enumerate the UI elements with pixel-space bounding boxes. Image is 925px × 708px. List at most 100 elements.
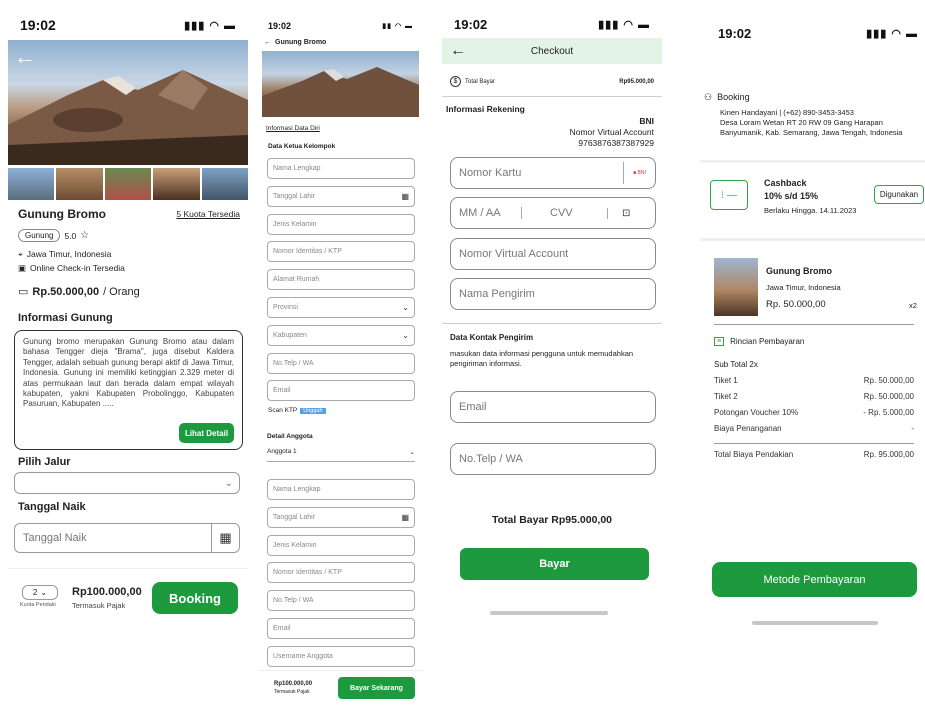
pay-button[interactable]: Bayar bbox=[460, 548, 649, 580]
booking-button[interactable]: Booking bbox=[152, 582, 238, 614]
detail-button[interactable]: Lihat Detail bbox=[179, 423, 234, 443]
date-heading: Tanggal Naik bbox=[18, 501, 86, 513]
back-arrow-icon[interactable]: ← bbox=[450, 42, 466, 60]
thumbnail[interactable] bbox=[201, 168, 248, 200]
hero-image bbox=[8, 40, 248, 165]
summary-row: Tiket 2 Rp. 50.000,00 bbox=[714, 392, 914, 401]
booking-address: Desa Loram Wetan RT 20 RW 09 Gang Harapa… bbox=[720, 118, 903, 137]
route-heading: Pilih Jalur bbox=[18, 456, 71, 468]
thumbnail-strip[interactable] bbox=[8, 168, 248, 200]
calendar-icon: ▦ bbox=[401, 512, 409, 522]
member-select-value: Anggota 1 bbox=[267, 448, 297, 455]
divider bbox=[714, 443, 914, 444]
form-field[interactable]: Tanggal Lahir ▦ bbox=[267, 185, 415, 207]
chevron-down-icon: ⌄ bbox=[40, 588, 48, 597]
thumbnail[interactable] bbox=[8, 168, 55, 200]
hero-image bbox=[262, 51, 419, 117]
member-select[interactable]: Anggota 1 ⌄ bbox=[267, 448, 415, 462]
thumbnail[interactable] bbox=[104, 168, 152, 200]
form-field[interactable]: Email bbox=[267, 380, 415, 402]
total-price: Rp100.000,00 bbox=[274, 681, 313, 687]
climbers-select[interactable]: 2 ⌄ bbox=[22, 585, 58, 600]
bank-name: BNI bbox=[639, 116, 654, 126]
card-expiry-cvv-input[interactable]: MM / AA CVV ⊡ bbox=[450, 197, 656, 229]
field-placeholder: Nomor Identitas / KTP bbox=[273, 248, 342, 256]
personal-data-screen: 19:02 ▮▮ ◠ ▬ ← Gunung Bromo Informasi Dat… bbox=[258, 15, 423, 705]
card-cvv-icon: ⊡ bbox=[607, 207, 630, 219]
form-field[interactable]: Nama Lengkap bbox=[267, 158, 415, 179]
tab-personal-data[interactable]: Informasi Data Diri bbox=[266, 125, 320, 132]
header: ← Gunung Bromo bbox=[264, 39, 326, 46]
back-arrow-icon[interactable]: ← bbox=[14, 44, 36, 70]
total-bottom: Total Bayar Rp95.000,00 bbox=[491, 514, 613, 526]
field-placeholder: Email bbox=[273, 625, 291, 632]
status-bar: 19:02 ▮▮▮ ◠ ▬ bbox=[718, 26, 918, 41]
form-field[interactable]: Nomor Identitas / KTP bbox=[267, 562, 415, 584]
pay-now-button[interactable]: Bayar Sekarang bbox=[338, 677, 415, 699]
field-placeholder: Nama Lengkap bbox=[273, 165, 321, 172]
field-placeholder: Jenis Kelamin bbox=[273, 541, 317, 549]
status-time: 19:02 bbox=[268, 21, 292, 31]
expiry-placeholder: MM / AA bbox=[459, 207, 501, 219]
field-placeholder: Alamat Rumah bbox=[273, 276, 320, 284]
use-voucher-button[interactable]: Digunakan bbox=[874, 185, 924, 204]
form-field[interactable]: Nama Lengkap bbox=[267, 479, 415, 500]
checkout-header: ← Checkout bbox=[442, 38, 662, 64]
calendar-icon[interactable]: ▦ bbox=[211, 524, 239, 552]
member-heading: Detail Anggota bbox=[267, 433, 313, 440]
home-indicator bbox=[752, 621, 878, 625]
summary-heading: Rincian Pembayaran bbox=[730, 337, 805, 346]
voucher-ticket-icon: ⁝ — bbox=[710, 180, 748, 210]
summary-row: Tiket 1 Rp. 50.000,00 bbox=[714, 376, 914, 385]
thumbnail[interactable] bbox=[56, 168, 103, 200]
summary-row-label: Potongan Voucher 10% bbox=[714, 408, 799, 417]
form-field[interactable]: Provinsi ⌄ bbox=[267, 297, 415, 318]
card-number-input[interactable]: Nomor Kartu ■ BNI bbox=[450, 157, 656, 189]
status-bar: 19:02 ▮▮ ◠ ▬ bbox=[258, 15, 423, 37]
back-arrow-icon[interactable]: ← bbox=[264, 39, 271, 46]
va-placeholder: Nomor Virtual Account bbox=[459, 248, 569, 260]
summary-row-value: Rp. 50.000,00 bbox=[863, 392, 914, 401]
date-input[interactable]: Tanggal Naik ▦ bbox=[14, 523, 240, 553]
summary-row-value: - bbox=[911, 424, 914, 433]
form-field[interactable]: Jenis Kelamin bbox=[267, 213, 415, 235]
booking-contact: Kinen Handayani | (+62) 890-3453-3453 bbox=[720, 108, 854, 117]
scan-upload-button[interactable]: Unggah bbox=[300, 407, 326, 414]
field-placeholder: Tanggal Lahir bbox=[273, 192, 316, 200]
form-field[interactable]: No.Telp / WA bbox=[267, 352, 415, 374]
form-field[interactable]: No.Telp / WA bbox=[267, 590, 415, 612]
status-bar: 19:02 ▮▮▮ ◠ ▬ bbox=[8, 10, 248, 40]
mountain-photo bbox=[8, 70, 248, 165]
thumbnail[interactable] bbox=[153, 168, 200, 200]
total-value: Rp. 95.000,00 bbox=[863, 450, 914, 459]
sender-placeholder: Nama Pengirim bbox=[459, 288, 535, 300]
booking-detail-screen: 19:02 ▮▮▮ ◠ ▬ ← Gunung Bromo 5 Kuota Ter… bbox=[8, 10, 248, 622]
form-field[interactable]: Email bbox=[267, 618, 415, 639]
info-heading: Informasi Gunung bbox=[18, 312, 113, 324]
chevron-down-icon: ⌄ bbox=[402, 330, 409, 340]
form-field[interactable]: Username Anggota bbox=[267, 645, 415, 667]
field-placeholder: No.Telp / WA bbox=[273, 597, 314, 605]
divider bbox=[442, 96, 662, 97]
form-field[interactable]: Kabupaten ⌄ bbox=[267, 324, 415, 346]
va-input[interactable]: Nomor Virtual Account bbox=[450, 238, 656, 270]
form-field[interactable]: Tanggal Lahir ▦ bbox=[267, 506, 415, 528]
form-field[interactable]: Nomor Identitas / KTP bbox=[267, 241, 415, 263]
ticket-icon: ▭ bbox=[18, 286, 29, 298]
price-value: Rp.50.000,00 bbox=[32, 285, 100, 298]
tax-note: Termasuk Pajak bbox=[274, 689, 310, 695]
climbers-value: 2 bbox=[32, 588, 38, 597]
checkin-text: Online Check-in Tersedia bbox=[30, 263, 125, 273]
email-input[interactable]: Email bbox=[450, 391, 656, 423]
route-select[interactable]: ⌄ bbox=[14, 472, 240, 494]
contact-description: masukan data informasi pengguna untuk me… bbox=[450, 349, 634, 368]
users-icon: ⚇ bbox=[704, 92, 713, 102]
phone-input[interactable]: No.Telp / WA bbox=[450, 443, 656, 475]
total-label: Total Bayar bbox=[465, 78, 496, 85]
sender-name-input[interactable]: Nama Pengirim bbox=[450, 278, 656, 310]
quota-link[interactable]: 5 Kuota Tersedia bbox=[176, 209, 240, 219]
mountain-title: Gunung Bromo bbox=[18, 207, 106, 221]
form-field[interactable]: Alamat Rumah bbox=[267, 269, 415, 291]
payment-method-button[interactable]: Metode Pembayaran bbox=[712, 562, 917, 597]
form-field[interactable]: Jenis Kelamin bbox=[267, 534, 415, 556]
